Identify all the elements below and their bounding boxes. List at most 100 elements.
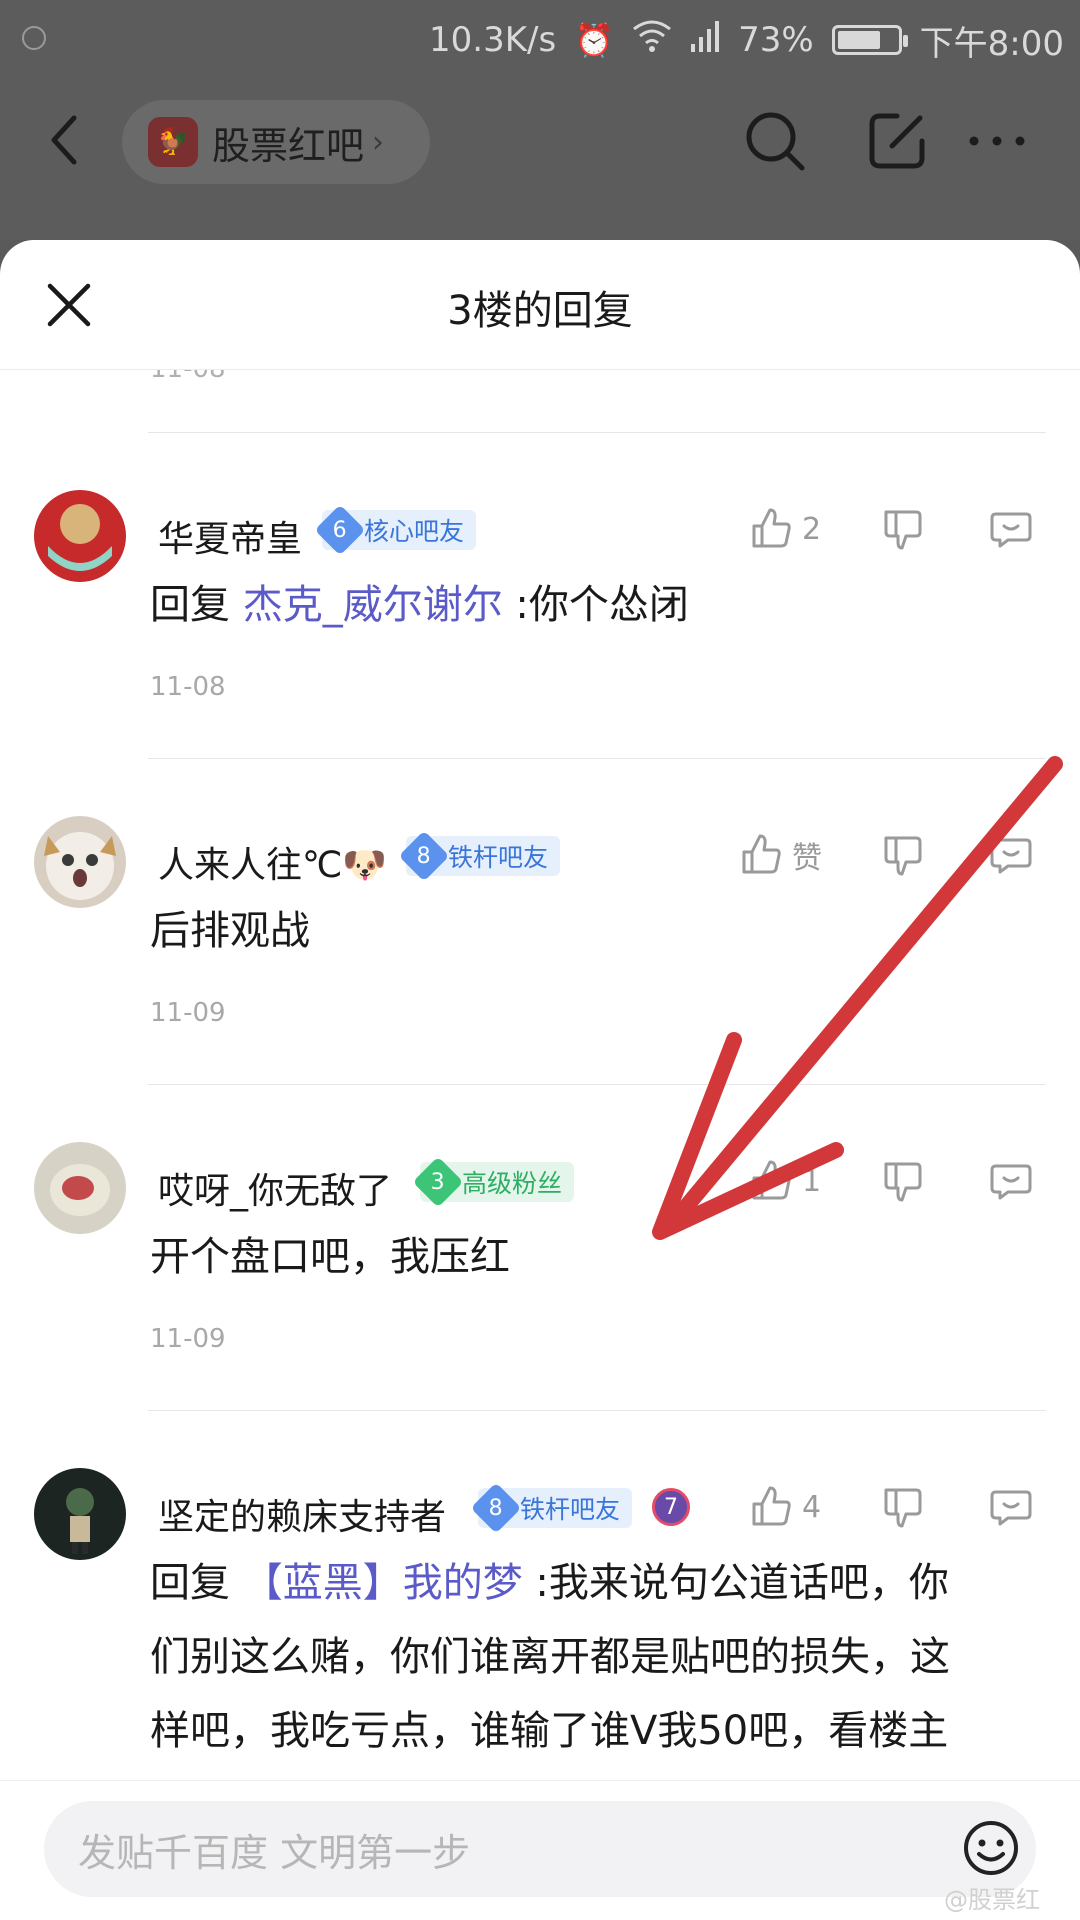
search-icon xyxy=(746,112,805,171)
avatar[interactable] xyxy=(34,490,126,582)
member-badge: 8 铁杆吧友 xyxy=(398,830,561,882)
status-right: 10.3K/s ⏰ 73% 下午8:00 xyxy=(429,18,1064,64)
reply-text: 后排观战 xyxy=(150,908,310,954)
clock: 下午8:00 xyxy=(919,23,1064,64)
comment-button[interactable] xyxy=(988,1482,1034,1532)
like-count: 1 xyxy=(802,1163,822,1199)
like-button[interactable]: 1 xyxy=(748,1156,821,1206)
thumbs-up-icon xyxy=(752,508,791,548)
watermark: @股票红 xyxy=(944,1886,1040,1914)
like-count: 2 xyxy=(802,511,822,547)
username[interactable]: 哎呀_你无敌了 xyxy=(158,1162,392,1214)
reply-text-line: 们别这么赌，你们谁离开都是贴吧的损失，这 xyxy=(150,1634,950,1680)
reply-input-bar: 发贴千百度 文明第一步 xyxy=(0,1780,1080,1920)
status-bar: 10.3K/s ⏰ 73% 下午8:00 xyxy=(0,0,1080,80)
divider xyxy=(148,1084,1046,1085)
wifi-icon xyxy=(632,19,672,61)
comment-button[interactable] xyxy=(988,830,1034,880)
thumbs-up-icon xyxy=(752,1160,791,1200)
reply-date: 11-09 xyxy=(150,998,226,1028)
reply-text-line: 回复 【蓝黑】我的梦 :我来说句公道话吧，你 xyxy=(150,1560,949,1606)
badge-label: 核心吧友 xyxy=(364,517,465,546)
like-button[interactable]: 赞 xyxy=(738,830,822,880)
comment-icon xyxy=(990,512,1032,548)
reply-date: 11-09 xyxy=(150,1324,226,1354)
like-count: 4 xyxy=(802,1489,822,1525)
emoji-icon xyxy=(964,1821,1018,1875)
reply-input[interactable]: 发贴千百度 文明第一步 xyxy=(44,1801,1036,1897)
comment-icon xyxy=(990,1490,1032,1526)
dislike-button[interactable] xyxy=(880,1482,926,1532)
thumbs-down-icon xyxy=(884,510,922,550)
mention-link[interactable]: 杰克_威尔谢尔 xyxy=(243,582,503,628)
dislike-button[interactable] xyxy=(880,504,926,554)
comment-icon xyxy=(990,1164,1032,1200)
more-dots-icon xyxy=(969,136,1025,146)
thumbs-down-icon xyxy=(884,1162,922,1202)
username[interactable]: 华夏帝皇 xyxy=(158,510,302,562)
badge-label: 高级粉丝 xyxy=(462,1169,563,1198)
badge-label: 铁杆吧友 xyxy=(448,843,549,872)
emoji-button[interactable] xyxy=(962,1819,1020,1877)
thumbs-down-icon xyxy=(884,1488,922,1528)
alarm-icon: ⏰ xyxy=(574,21,615,59)
net-speed: 10.3K/s xyxy=(429,20,557,60)
search-button[interactable] xyxy=(740,106,810,176)
battery-icon xyxy=(831,25,908,55)
like-button[interactable]: 2 xyxy=(748,504,821,554)
comment-button[interactable] xyxy=(988,504,1034,554)
signal-icon xyxy=(690,20,720,60)
comment-icon xyxy=(990,838,1032,874)
forum-topbar: 🐓 股票红吧 › xyxy=(0,80,1080,240)
achievement-badge-icon: 7 xyxy=(652,1488,690,1526)
back-button[interactable] xyxy=(40,110,90,170)
notification-icon xyxy=(22,26,46,50)
badge-label: 铁杆吧友 xyxy=(520,1495,621,1524)
divider xyxy=(148,758,1046,759)
battery-level xyxy=(837,31,880,49)
username[interactable]: 人来人往℃🐶 xyxy=(158,836,387,888)
comment-button[interactable] xyxy=(988,1156,1034,1206)
battery-percent: 73% xyxy=(738,20,814,60)
compose-button[interactable] xyxy=(862,106,932,176)
avatar[interactable] xyxy=(34,1142,126,1234)
member-badge: 6 核心吧友 xyxy=(314,504,477,556)
forum-pill[interactable]: 🐓 股票红吧 › xyxy=(122,100,430,184)
forum-name: 股票红吧 xyxy=(212,123,365,168)
mention-link[interactable]: 【蓝黑】我的梦 xyxy=(243,1560,523,1606)
edit-icon xyxy=(869,113,925,169)
thumbs-up-icon xyxy=(742,834,781,874)
back-arrow-icon xyxy=(51,115,77,165)
reply-list[interactable]: 11-08 华夏帝皇 6 核心吧友 2 回复 杰克_威尔谢尔 :你个怂闭 xyxy=(0,370,1080,1780)
avatar[interactable] xyxy=(34,816,126,908)
previous-reply-date: 11-08 xyxy=(150,370,226,384)
dislike-button[interactable] xyxy=(880,830,926,880)
reply-text: 回复 【蓝黑】我的梦 :我来说句公道话吧，你 们别这么赌，你们谁离开都是贴吧的损… xyxy=(150,1546,1030,1768)
dislike-button[interactable] xyxy=(880,1156,926,1206)
level-icon: 8 xyxy=(398,830,450,882)
divider xyxy=(148,1410,1046,1411)
reply-text-line: 样吧，我吃亏点，谁输了谁V我50吧，看楼主 xyxy=(150,1708,949,1754)
thumbs-down-icon xyxy=(884,836,922,876)
like-button[interactable]: 4 xyxy=(748,1482,821,1532)
level-icon: 8 xyxy=(470,1482,522,1534)
reply-text: 回复 杰克_威尔谢尔 :你个怂闭 xyxy=(150,582,689,628)
level-icon: 3 xyxy=(412,1156,464,1208)
thumbs-up-icon xyxy=(752,1486,791,1526)
level-icon: 6 xyxy=(314,504,366,556)
replies-sheet: 3楼的回复 11-08 华夏帝皇 6 核心吧友 2 回复 杰克 xyxy=(0,240,1080,1920)
more-button[interactable] xyxy=(962,106,1032,176)
sheet-header: 3楼的回复 xyxy=(0,240,1080,370)
chevron-right-icon: › xyxy=(372,124,385,160)
forum-logo-icon: 🐓 xyxy=(148,117,198,167)
divider xyxy=(148,432,1046,433)
reply-date: 11-08 xyxy=(150,672,226,702)
reply-text: 开个盘口吧，我压红 xyxy=(150,1234,510,1280)
username[interactable]: 坚定的赖床支持者 xyxy=(158,1488,446,1540)
input-placeholder: 发贴千百度 文明第一步 xyxy=(78,1830,471,1875)
member-badge: 3 高级粉丝 xyxy=(412,1156,575,1208)
member-badge: 8 铁杆吧友 xyxy=(470,1482,633,1534)
avatar[interactable] xyxy=(34,1468,126,1560)
like-count: 赞 xyxy=(792,841,822,876)
sheet-title: 3楼的回复 xyxy=(447,288,633,334)
